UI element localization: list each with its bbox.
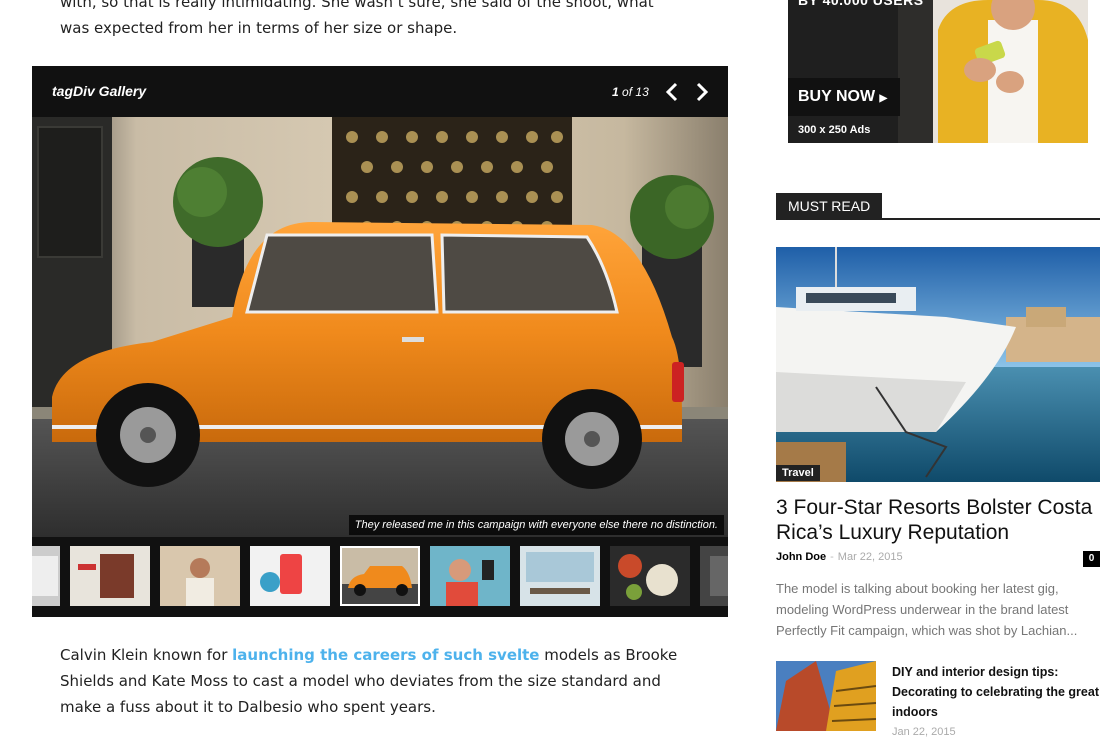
article-paragraph-top: with, so that is really intimidating. Sh… <box>60 0 654 37</box>
buy-now-label: BUY NOW <box>798 88 876 105</box>
meta-separator: - <box>830 551 834 563</box>
thumb-interior-windows[interactable] <box>520 546 600 606</box>
post-excerpt: The model is talking about booking her l… <box>776 581 1078 638</box>
orange-car-photo <box>32 117 728 537</box>
thumb-woman-flowers[interactable] <box>160 546 240 606</box>
small-post-title[interactable]: DIY and interior design tips: Decorating… <box>892 662 1102 722</box>
gallery-main-image[interactable]: They released me in this campaign with e… <box>32 117 728 537</box>
chevron-left-icon[interactable] <box>664 82 680 102</box>
article-link[interactable]: launching the careers of such svelte <box>232 646 539 664</box>
gallery-caption: They released me in this campaign with e… <box>348 515 724 535</box>
yacht-harbor-photo <box>776 247 1100 482</box>
post-author[interactable]: John Doe <box>776 551 826 563</box>
gallery-current: 1 <box>612 85 619 99</box>
gallery-total: 13 <box>635 85 649 99</box>
feature-post-image[interactable] <box>776 247 1100 482</box>
post-meta: John Doe - Mar 22, 2015 <box>776 551 903 563</box>
thumb-food-bowls[interactable] <box>610 546 690 606</box>
ad-size-label: 300 x 250 Ads <box>798 124 871 136</box>
chevron-right-icon[interactable] <box>694 82 710 102</box>
gallery-counter: 1 of 13 <box>612 85 649 99</box>
feature-post-title[interactable]: 3 Four-Star Resorts Bolster Costa Rica’s… <box>776 495 1106 545</box>
thumb-dark-workspace[interactable] <box>700 546 728 606</box>
comment-count-badge[interactable]: 0 <box>1083 551 1100 567</box>
gallery-title: tagDiv Gallery <box>52 83 147 99</box>
article-paragraph-bottom: Calvin Klein known for launching the car… <box>60 642 680 720</box>
thumb-desk-gadgets[interactable] <box>32 546 60 606</box>
architecture-photo <box>776 661 876 731</box>
post-date: Mar 22, 2015 <box>837 551 903 563</box>
buy-now-button[interactable]: BUY NOW ▶ <box>788 78 900 116</box>
thumb-hands-smartphone[interactable] <box>250 546 330 606</box>
caret-right-icon: ▶ <box>879 93 888 104</box>
must-read-heading: MUST READ <box>776 193 883 219</box>
thumb-woman-selfie[interactable] <box>430 546 510 606</box>
thumb-document-flatlay[interactable] <box>70 546 150 606</box>
image-gallery: tagDiv Gallery 1 of 13 They released me … <box>32 66 728 617</box>
small-post-image[interactable] <box>776 661 876 731</box>
ad-headline: BY 40.000 USERS <box>798 0 924 8</box>
category-tag[interactable]: Travel <box>776 465 820 481</box>
small-post-date: Jan 22, 2015 <box>892 726 956 738</box>
gallery-header: tagDiv Gallery 1 of 13 <box>32 66 728 117</box>
gallery-thumbnail-strip <box>32 546 728 608</box>
article-text: Calvin Klein known for <box>60 646 233 664</box>
sidebar-ad-banner[interactable]: BY 40.000 USERS BUY NOW ▶ 300 x 250 Ads <box>788 0 1088 143</box>
gallery-of: of <box>622 85 633 99</box>
ad-woman-phone-image <box>788 0 1088 143</box>
thumb-orange-car[interactable] <box>340 546 420 606</box>
